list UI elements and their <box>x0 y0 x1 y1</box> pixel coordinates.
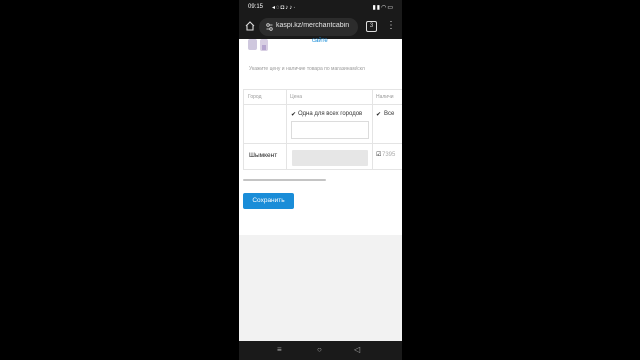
column-header-availability: Наличи <box>376 94 394 100</box>
table-border <box>243 104 402 105</box>
menu-icon[interactable]: ≡ <box>277 345 282 354</box>
page-content: сайте Укажите цену и наличие товара по м… <box>239 38 402 235</box>
tabs-button[interactable]: 3 <box>366 21 377 32</box>
address-bar[interactable]: kaspi.kz/merchantcabin <box>259 18 358 36</box>
back-icon[interactable]: ◁ <box>354 345 360 354</box>
price-hint: Укажите цену и наличие товара по магазин… <box>249 66 365 72</box>
column-header-city: Город <box>248 94 262 100</box>
all-availability-label: Все <box>384 111 395 117</box>
column-header-price: Цена <box>290 94 303 100</box>
status-time: 09:15 <box>248 4 264 10</box>
browser-toolbar: kaspi.kz/merchantcabin 3 ⋮ <box>239 15 402 39</box>
city-price-input[interactable] <box>292 150 368 166</box>
table-border <box>286 89 287 170</box>
system-icons: ▮▮◠▭ <box>372 4 394 11</box>
save-button[interactable]: Сохранить <box>243 193 294 209</box>
horizontal-scrollbar[interactable] <box>243 179 326 181</box>
table-border <box>243 89 244 170</box>
all-cities-price-input[interactable] <box>291 121 369 139</box>
table-border <box>243 143 402 144</box>
all-cities-price-label: Одна для всех городов <box>298 111 363 117</box>
url-text: kaspi.kz/merchantcabin <box>276 22 350 29</box>
checkbox-checked-icon[interactable]: ✔ <box>291 111 296 118</box>
checkbox-checked-icon[interactable]: ☑ <box>376 151 381 158</box>
more-menu-icon[interactable]: ⋮ <box>386 19 396 33</box>
product-image <box>248 39 268 51</box>
notification-icons: ◂◌◘♪♪· <box>272 4 296 11</box>
site-info-icon[interactable] <box>266 23 273 31</box>
city-name: Шымкент <box>249 152 278 159</box>
battery-icon: ▭ <box>387 5 394 11</box>
site-link[interactable]: сайте <box>312 38 328 44</box>
table-border <box>243 89 402 90</box>
checkbox-checked-icon[interactable]: ✔ <box>376 111 381 118</box>
availability-value[interactable]: 7395 <box>382 152 395 158</box>
table-border <box>243 169 402 170</box>
home-button-icon[interactable]: ○ <box>317 345 322 354</box>
dot-icon: · <box>293 5 297 11</box>
status-bar: 09:15 ◂◌◘♪♪· ▮▮◠▭ <box>239 0 402 15</box>
home-icon[interactable] <box>244 20 256 32</box>
android-nav-bar: ≡ ○ ◁ <box>239 341 402 360</box>
table-border <box>372 89 373 170</box>
phone-screen: 09:15 ◂◌◘♪♪· ▮▮◠▭ kaspi.kz/merchantcabin… <box>239 0 402 360</box>
